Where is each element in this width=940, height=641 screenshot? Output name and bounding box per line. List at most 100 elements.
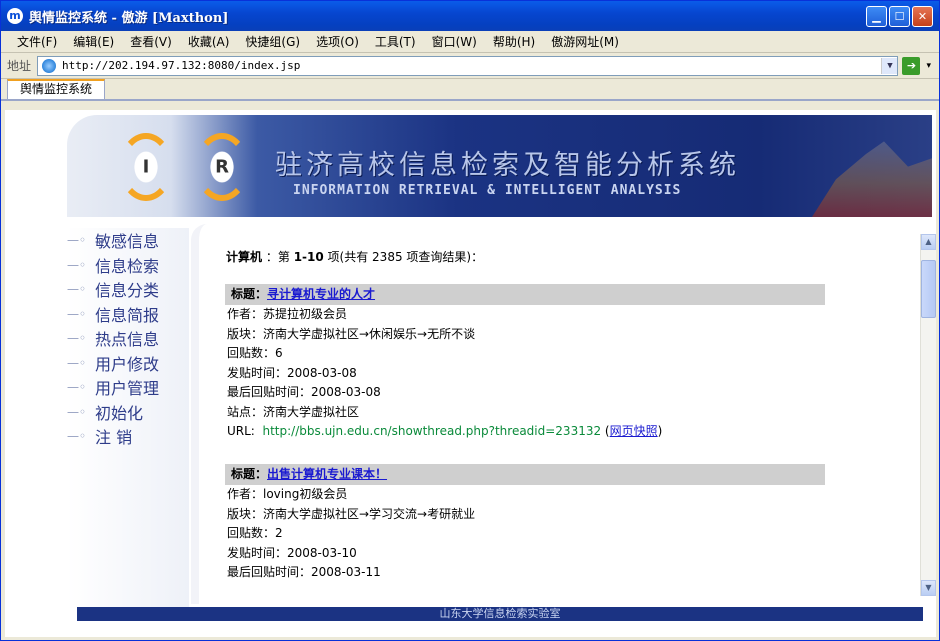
menu-bar: 文件(F) 编辑(E) 查看(V) 收藏(A) 快捷组(G) 选项(O) 工具(… bbox=[1, 31, 939, 53]
page-icon bbox=[42, 58, 57, 73]
results-range: 1-10 bbox=[293, 250, 324, 264]
menu-tools[interactable]: 工具(T) bbox=[367, 33, 424, 50]
banner-title-cn: 驻济高校信息检索及智能分析系统 bbox=[275, 150, 740, 181]
nav-bullet-icon: —◦ bbox=[67, 257, 87, 272]
banner-title-en: INFORMATION RETRIEVAL & INTELLIGENT ANAL… bbox=[293, 183, 682, 198]
nav-label: 信息检索 bbox=[95, 256, 160, 276]
nav-logout[interactable]: —◦ 注 销 bbox=[67, 424, 189, 449]
result-record: 标题：寻计算机专业的人才 作者：苏提拉初级会员 版块：济南大学虚拟社区→休闲娱乐… bbox=[225, 284, 825, 442]
nav-bullet-icon: —◦ bbox=[67, 306, 87, 321]
record-board: 版块：济南大学虚拟社区→休闲娱乐→无所不谈 bbox=[227, 326, 476, 341]
nav-label: 信息分类 bbox=[95, 281, 160, 301]
nav-sensitive-info[interactable]: —◦ 敏感信息 bbox=[67, 228, 189, 253]
record-title-label: 标题： bbox=[231, 467, 268, 481]
results-prefix: ：第 bbox=[265, 250, 290, 264]
vertical-scrollbar[interactable]: ▲ ▼ bbox=[920, 234, 936, 596]
menu-options[interactable]: 选项(O) bbox=[308, 33, 367, 50]
menu-edit[interactable]: 编辑(E) bbox=[65, 33, 122, 50]
banner-photo bbox=[812, 141, 932, 217]
menu-view[interactable]: 查看(V) bbox=[122, 33, 180, 50]
nav-label: 敏感信息 bbox=[95, 232, 160, 252]
menu-favorites[interactable]: 收藏(A) bbox=[180, 33, 238, 50]
nav-bullet-icon: —◦ bbox=[67, 404, 87, 419]
record-replies: 回贴数：6 bbox=[227, 346, 283, 360]
address-input[interactable]: http://202.194.97.132:8080/index.jsp ▼ bbox=[37, 55, 899, 76]
record-author: 作者：苏提拉初级会员 bbox=[227, 307, 348, 321]
record-header: 标题：寻计算机专业的人才 bbox=[225, 284, 825, 305]
address-label: 地址 bbox=[7, 59, 32, 73]
maximize-button[interactable]: ☐ bbox=[889, 6, 910, 27]
browser-window: m 舆情监控系统 - 傲游 [Maxthon] ▁ ☐ ✕ 文件(F) 编辑(E… bbox=[0, 0, 940, 641]
chevron-down-icon[interactable]: ▼ bbox=[881, 57, 898, 74]
minimize-button[interactable]: ▁ bbox=[866, 6, 887, 27]
logo-r: R bbox=[195, 133, 249, 201]
nav-user-edit[interactable]: —◦ 用户修改 bbox=[67, 351, 189, 376]
title-bar[interactable]: m 舆情监控系统 - 傲游 [Maxthon] ▁ ☐ ✕ bbox=[1, 1, 939, 31]
nav-label: 热点信息 bbox=[95, 330, 160, 350]
tab-bar: 舆情监控系统 bbox=[1, 79, 939, 101]
side-nav: —◦ 敏感信息 —◦ 信息检索 —◦ 信息分类 —◦ 信息简报 —◦ 热点信息 —◦ 用户修… bbox=[67, 228, 189, 608]
nav-label: 信息简报 bbox=[95, 305, 160, 325]
window-controls: ▁ ☐ ✕ bbox=[866, 6, 933, 27]
nav-hot-info[interactable]: —◦ 热点信息 bbox=[67, 326, 189, 351]
nav-info-search[interactable]: —◦ 信息检索 bbox=[67, 253, 189, 278]
record-title-label: 标题： bbox=[231, 287, 268, 301]
menu-groups[interactable]: 快捷组(G) bbox=[237, 33, 308, 50]
record-url-line: URL: http://bbs.ujn.edu.cn/showthread.ph… bbox=[227, 424, 663, 438]
record-posted: 发贴时间：2008-03-08 bbox=[227, 365, 357, 380]
nav-bullet-icon: —◦ bbox=[67, 282, 87, 297]
record-board: 版块：济南大学虚拟社区→学习交流→考研就业 bbox=[227, 506, 476, 521]
record-last-reply: 最后回贴时间：2008-03-08 bbox=[227, 385, 381, 399]
record-posted: 发贴时间：2008-03-10 bbox=[227, 545, 357, 560]
address-bar: 地址 http://202.194.97.132:8080/index.jsp … bbox=[1, 53, 939, 79]
toolbar-dropdown-icon[interactable]: ▾ bbox=[926, 61, 931, 71]
nav-bullet-icon: —◦ bbox=[67, 429, 87, 444]
scroll-thumb[interactable] bbox=[921, 260, 936, 318]
menu-maxthon-sites[interactable]: 傲游网址(M) bbox=[543, 33, 627, 50]
menu-file[interactable]: 文件(F) bbox=[9, 33, 65, 50]
result-record: 标题：出售计算机专业课本！ 作者：loving初级会员 版块：济南大学虚拟社区→… bbox=[225, 464, 825, 583]
nav-label: 用户管理 bbox=[95, 379, 160, 399]
address-url: http://202.194.97.132:8080/index.jsp bbox=[62, 59, 301, 72]
logo-letter-r: R bbox=[215, 156, 229, 178]
record-url[interactable]: http://bbs.ujn.edu.cn/showthread.php?thr… bbox=[263, 424, 602, 438]
results-summary: 计算机 ：第 1-10 项(共有 2385 项查询结果)： bbox=[226, 248, 483, 265]
nav-bullet-icon: —◦ bbox=[67, 355, 87, 370]
logo-i: I bbox=[119, 133, 173, 201]
window-title: 舆情监控系统 - 傲游 [Maxthon] bbox=[29, 10, 229, 26]
nav-initialize[interactable]: —◦ 初始化 bbox=[67, 400, 189, 425]
nav-bullet-icon: —◦ bbox=[67, 380, 87, 395]
results-suffix: 项(共有 2385 项查询结果)： bbox=[327, 250, 484, 264]
menu-window[interactable]: 窗口(W) bbox=[424, 33, 485, 50]
record-replies: 回贴数：2 bbox=[227, 526, 283, 540]
page-viewport: I R 驻济高校信息检索及智能分析系统 INFORMATION RETRIEVA… bbox=[5, 110, 936, 637]
record-site: 站点：济南大学虚拟社区 bbox=[227, 404, 360, 419]
tab-yuqing[interactable]: 舆情监控系统 bbox=[7, 79, 106, 99]
nav-label: 注 销 bbox=[95, 428, 133, 448]
snapshot-link[interactable]: 网页快照 bbox=[610, 424, 658, 438]
nav-label: 初始化 bbox=[95, 403, 144, 423]
results-panel: 计算机 ：第 1-10 项(共有 2385 项查询结果)： 标题：寻计算机专业的… bbox=[191, 224, 889, 604]
nav-bullet-icon: —◦ bbox=[67, 233, 87, 248]
nav-info-brief[interactable]: —◦ 信息简报 bbox=[67, 302, 189, 327]
site-banner: I R 驻济高校信息检索及智能分析系统 INFORMATION RETRIEVA… bbox=[67, 115, 932, 217]
results-keyword: 计算机 bbox=[226, 250, 263, 264]
nav-label: 用户修改 bbox=[95, 354, 160, 374]
record-header: 标题：出售计算机专业课本！ bbox=[225, 464, 825, 485]
nav-bullet-icon: —◦ bbox=[67, 331, 87, 346]
scroll-down-icon[interactable]: ▼ bbox=[921, 580, 936, 596]
nav-user-manage[interactable]: —◦ 用户管理 bbox=[67, 375, 189, 400]
record-title-link[interactable]: 出售计算机专业课本！ bbox=[267, 467, 387, 481]
logo-letter-i: I bbox=[142, 156, 150, 178]
record-last-reply: 最后回贴时间：2008-03-11 bbox=[227, 565, 381, 579]
nav-info-classify[interactable]: —◦ 信息分类 bbox=[67, 277, 189, 302]
scroll-up-icon[interactable]: ▲ bbox=[921, 234, 936, 250]
menu-help[interactable]: 帮助(H) bbox=[485, 33, 543, 50]
page-footer: 山东大学信息检索实验室 bbox=[77, 607, 923, 621]
go-button[interactable]: ➔ bbox=[902, 56, 921, 75]
close-button[interactable]: ✕ bbox=[912, 6, 933, 27]
maxthon-icon: m bbox=[7, 8, 23, 24]
record-author: 作者：loving初级会员 bbox=[227, 487, 348, 501]
record-url-label: URL: bbox=[227, 424, 255, 438]
record-title-link[interactable]: 寻计算机专业的人才 bbox=[267, 287, 375, 301]
